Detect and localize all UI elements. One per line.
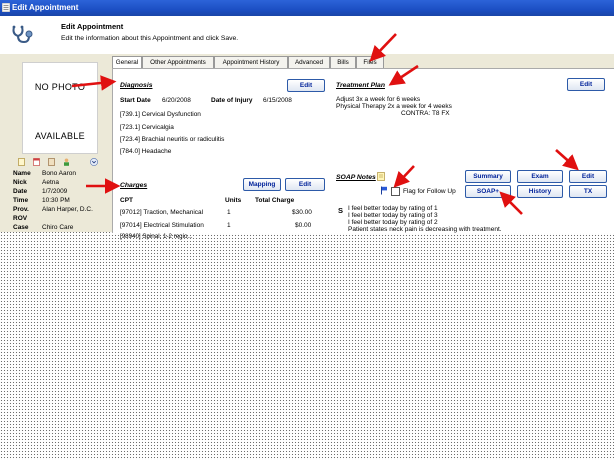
arrow-to-files-tab: [369, 33, 397, 62]
annotation-arrows: [71, 33, 579, 215]
arrow-to-soap-edit: [555, 149, 579, 171]
arrow-to-flag: [393, 165, 415, 188]
arrow-to-diagnosis: [71, 75, 117, 91]
charge-cpt: [98940] Spinal, 1-2 regio...: [120, 233, 193, 240]
arrow-to-soap-plus: [499, 191, 523, 215]
arrow-to-treatment-plan: [388, 64, 419, 86]
